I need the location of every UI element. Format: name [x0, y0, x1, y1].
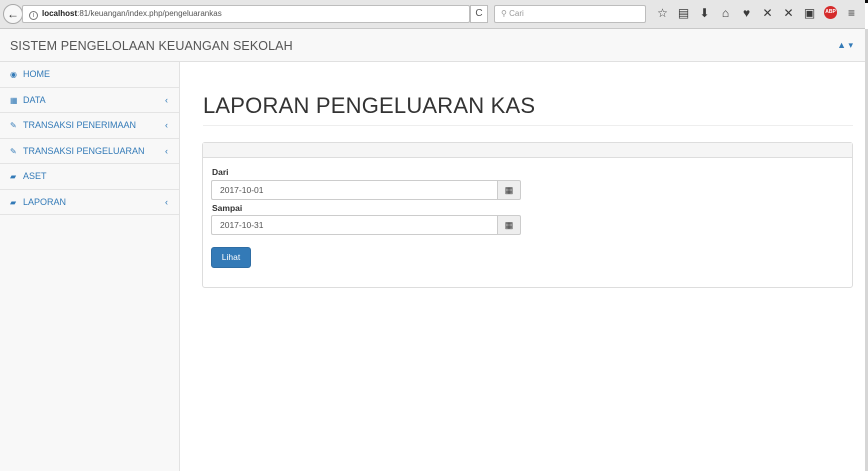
to-date-input[interactable]	[211, 215, 497, 235]
sidebar-item-home[interactable]: ◉ HOME	[0, 62, 179, 88]
app-brand[interactable]: SISTEM PENGELOLAAN KEUANGAN SEKOLAH	[10, 39, 293, 53]
sidebar-item-label: LAPORAN	[23, 196, 67, 207]
search-placeholder: Cari	[509, 9, 524, 18]
download-icon[interactable]: ⬇	[698, 6, 711, 20]
from-date-group: ▦	[211, 180, 521, 200]
url-path: :81/keuangan/index.php/pengeluarankas	[77, 9, 222, 18]
sidebar-item-laporan[interactable]: ▰ LAPORAN ‹	[0, 190, 179, 215]
title-divider	[203, 125, 853, 126]
calendar-icon[interactable]: ▦	[497, 180, 521, 200]
chevron-left-icon: ‹	[165, 94, 168, 105]
edit-icon: ✎	[10, 146, 17, 156]
sidebar-item-label: TRANSAKSI PENERIMAAN	[23, 120, 137, 130]
dashboard-icon: ◉	[10, 70, 17, 79]
sidebar-item-label: HOME	[23, 69, 50, 79]
chevron-left-icon: ‹	[165, 120, 168, 130]
back-arrow-icon: ←	[7, 7, 19, 21]
extension-icon[interactable]: ✕	[761, 6, 774, 20]
screenshot-icon[interactable]: ▣	[803, 6, 816, 20]
browser-toolbar: ← i localhost:81/keuangan/index.php/penge…	[0, 0, 865, 29]
bookmark-star-icon[interactable]: ☆	[656, 6, 669, 20]
from-date-input[interactable]	[211, 180, 497, 200]
reload-button[interactable]: C	[470, 5, 488, 23]
sidebar: ◉ HOME ▦ DATA ‹ ✎ TRANSAKSI PENERIMAAN ‹ ✎ T…	[0, 62, 180, 471]
sidebar-item-data[interactable]: ▦ DATA ‹	[0, 88, 179, 113]
menu-icon[interactable]: ≡	[845, 6, 858, 20]
table-icon: ▦	[10, 95, 18, 105]
report-filter-panel: Dari ▦ Sampai ▦ Lihat	[202, 142, 853, 288]
sidebar-item-label: DATA	[23, 94, 46, 105]
extension-icon-2[interactable]: ✕	[782, 6, 795, 20]
calendar-icon[interactable]: ▦	[497, 215, 521, 235]
file-icon: ▰	[10, 197, 17, 207]
to-date-group: ▦	[211, 215, 521, 235]
chevron-left-icon: ‹	[165, 196, 168, 207]
info-icon[interactable]: i	[29, 11, 38, 20]
back-button[interactable]: ←	[3, 4, 23, 24]
sidebar-item-transaksi-penerimaan[interactable]: ✎ TRANSAKSI PENERIMAAN ‹	[0, 113, 179, 139]
file-icon: ▰	[10, 172, 17, 181]
search-icon: ⚲	[501, 9, 510, 18]
browser-tool-icons: ☆ ▤ ⬇ ⌂ ♥ ✕ ✕ ▣ ABP ≡	[656, 6, 858, 20]
user-menu-icon[interactable]: ▲ ▾	[837, 40, 853, 51]
sidebar-item-aset[interactable]: ▰ ASET	[0, 164, 179, 190]
panel-heading	[203, 143, 852, 158]
reload-icon: C	[475, 8, 483, 19]
main-content: LAPORAN PENGELUARAN KAS Dari ▦ Sampai ▦ …	[181, 62, 865, 471]
edit-icon: ✎	[10, 121, 17, 130]
browser-search-input[interactable]: ⚲ Cari	[494, 5, 646, 23]
chevron-left-icon: ‹	[165, 145, 168, 156]
pocket-icon[interactable]: ♥	[740, 6, 753, 20]
page-title: LAPORAN PENGELUARAN KAS	[203, 93, 536, 118]
address-bar[interactable]: i localhost:81/keuangan/index.php/pengelu…	[22, 5, 470, 23]
sidebar-item-label: ASET	[23, 171, 47, 181]
sidebar-item-transaksi-pengeluaran[interactable]: ✎ TRANSAKSI PENGELUARAN ‹	[0, 139, 179, 164]
adblock-icon[interactable]: ABP	[824, 6, 837, 19]
sidebar-item-label: TRANSAKSI PENGELUARAN	[23, 145, 145, 156]
to-date-label: Sampai	[212, 203, 243, 213]
app-navbar: SISTEM PENGELOLAAN KEUANGAN SEKOLAH ▲ ▾	[0, 29, 865, 62]
home-icon[interactable]: ⌂	[719, 6, 732, 20]
view-report-button[interactable]: Lihat	[211, 247, 251, 268]
from-date-label: Dari	[212, 167, 229, 177]
url-host: localhost	[42, 9, 78, 18]
reading-list-icon[interactable]: ▤	[677, 6, 690, 20]
